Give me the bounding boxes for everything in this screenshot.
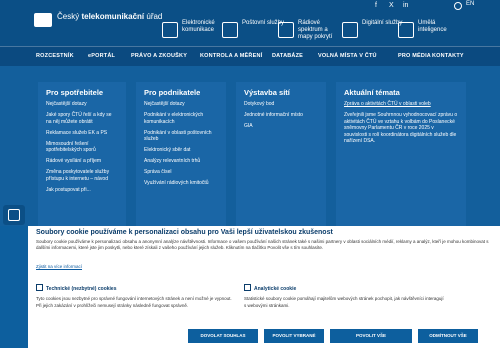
menu-item[interactable]: Elektronický sběr dat	[144, 147, 218, 154]
column-title: Pro podnikatele	[144, 88, 201, 97]
main-nav: ROZCESTNÍK ePORTÁL PRÁVO A ZKOUŠKY KONTR…	[0, 46, 500, 67]
menu-item[interactable]: Dotykový bod	[244, 101, 318, 108]
allow-all-button[interactable]: POVOLIT VŠE	[330, 329, 412, 343]
nav-item-volna-mista[interactable]: VOLNÁ MÍSTA V ČTÚ	[318, 53, 377, 59]
x-icon[interactable]: X	[389, 2, 394, 10]
cookie-title: Soubory cookie používáme k personalizaci…	[36, 229, 333, 236]
nav-item-kontrola[interactable]: KONTROLA A MĚŘENÍ	[200, 53, 262, 59]
search-icon[interactable]	[454, 2, 462, 10]
analytic-checkbox[interactable]	[244, 284, 251, 291]
nav-item-kontakty[interactable]: KONTAKTY	[432, 53, 464, 59]
ctu-logo-icon[interactable]	[34, 13, 52, 27]
column-consumers: Pro spotřebitele Nejčastější dotazy Jaké…	[38, 82, 126, 228]
nav-item-databaze[interactable]: DATABÁZE	[272, 53, 303, 59]
quick-link-radio[interactable]: Rádiové spektrum a mapy pokrytí	[278, 20, 342, 41]
antenna-icon	[278, 22, 294, 38]
linkedin-icon[interactable]: in	[403, 2, 408, 10]
column-title: Výstavba sítí	[244, 88, 290, 97]
menu-item[interactable]: Nejčastější dotazy	[144, 101, 218, 108]
menu-item[interactable]: Jak postupovat při...	[46, 187, 118, 194]
cookie-icon	[8, 209, 20, 221]
reject-all-button[interactable]: ODMÍTNOUT VŠE	[418, 329, 478, 343]
quick-link-digital[interactable]: Digitální služby	[342, 20, 406, 38]
language-switch[interactable]: EN	[466, 1, 474, 7]
top-bar: Český telekomunikační úřad f X in EN Ele…	[0, 0, 500, 46]
menu-item[interactable]: Mimosoudní řešení spotřebitelských sporů	[46, 141, 118, 154]
technical-cookies-option: Technické (nezbytné) cookies Tyto cookie…	[36, 284, 232, 308]
nav-item-pravo[interactable]: PRÁVO A ZKOUŠKY	[131, 53, 187, 59]
cookie-detail-link[interactable]: Zjistit na více informací	[36, 264, 82, 269]
menu-item[interactable]: Reklamace služeb EK a PS	[46, 130, 118, 137]
menu-item[interactable]: Nejčastější dotazy	[46, 101, 118, 108]
quick-link-ai[interactable]: Umělá inteligence	[398, 20, 462, 38]
digital-icon	[342, 22, 358, 38]
cookie-intro: Soubory cookie používáme k personalizaci…	[36, 239, 489, 250]
column-title: Aktuální témata	[344, 88, 400, 97]
menu-item[interactable]: GIA	[244, 123, 318, 130]
column-business: Pro podnikatele Nejčastější dotazy Podni…	[136, 82, 226, 228]
menu-item[interactable]: Jaké spory ČTÚ řeší a kdy se na něj může…	[46, 112, 118, 125]
column-network: Výstavba sítí Dotykový bod Jednotné info…	[236, 82, 326, 228]
laptop-icon	[162, 22, 178, 38]
mega-menu: Pro spotřebitele Nejčastější dotazy Jaké…	[0, 66, 500, 228]
menu-item[interactable]: Změna poskytovatele služby přístupu k in…	[46, 169, 118, 182]
nav-item-rozcestnik[interactable]: ROZCESTNÍK	[36, 53, 74, 59]
accept-necessary-button[interactable]: DOVOLAT SOUHLAS	[188, 329, 258, 343]
menu-item[interactable]: Rádové vysílání a příjem	[46, 158, 118, 165]
menu-item[interactable]: Analýzy relevantních trhů	[144, 158, 218, 165]
menu-item[interactable]: Jednotné informační místo	[244, 112, 318, 119]
topic-text: Zveřejnili jsme Souhrnnou vyhodnocovací …	[344, 112, 458, 144]
menu-item[interactable]: Podnikání v oblasti poštovních služeb	[144, 130, 218, 143]
allow-selected-button[interactable]: POVOLIT VYBRANÉ	[264, 329, 324, 343]
menu-item[interactable]: Využívání rádiových kmitočtů	[144, 180, 218, 187]
menu-item[interactable]: Správa čísel	[144, 169, 218, 176]
technical-checkbox	[36, 284, 43, 291]
ai-icon	[398, 22, 414, 38]
quick-link-postal[interactable]: Poštovní služby	[222, 20, 286, 38]
mail-icon	[222, 22, 238, 38]
analytic-cookies-option: Analytické cookie Statistické soubory co…	[244, 284, 444, 308]
menu-item[interactable]: Podnikání v elektronických komunikacích	[144, 112, 218, 125]
column-title: Pro spotřebitele	[46, 88, 104, 97]
topic-link[interactable]: Zpráva o aktivitách ČTÚ v oblasti voleb	[344, 101, 458, 108]
facebook-icon[interactable]: f	[375, 2, 377, 10]
nav-item-pro-media[interactable]: PRO MÉDIA	[398, 53, 431, 59]
site-title[interactable]: Český telekomunikační úřad	[57, 12, 162, 21]
nav-item-eportal[interactable]: ePORTÁL	[88, 53, 115, 59]
column-topics: Aktuální témata Zpráva o aktivitách ČTÚ …	[336, 82, 466, 228]
quick-link-communications[interactable]: Elektronické komunikace	[162, 20, 226, 38]
cookie-banner: Soubory cookie používáme k personalizaci…	[28, 226, 500, 348]
